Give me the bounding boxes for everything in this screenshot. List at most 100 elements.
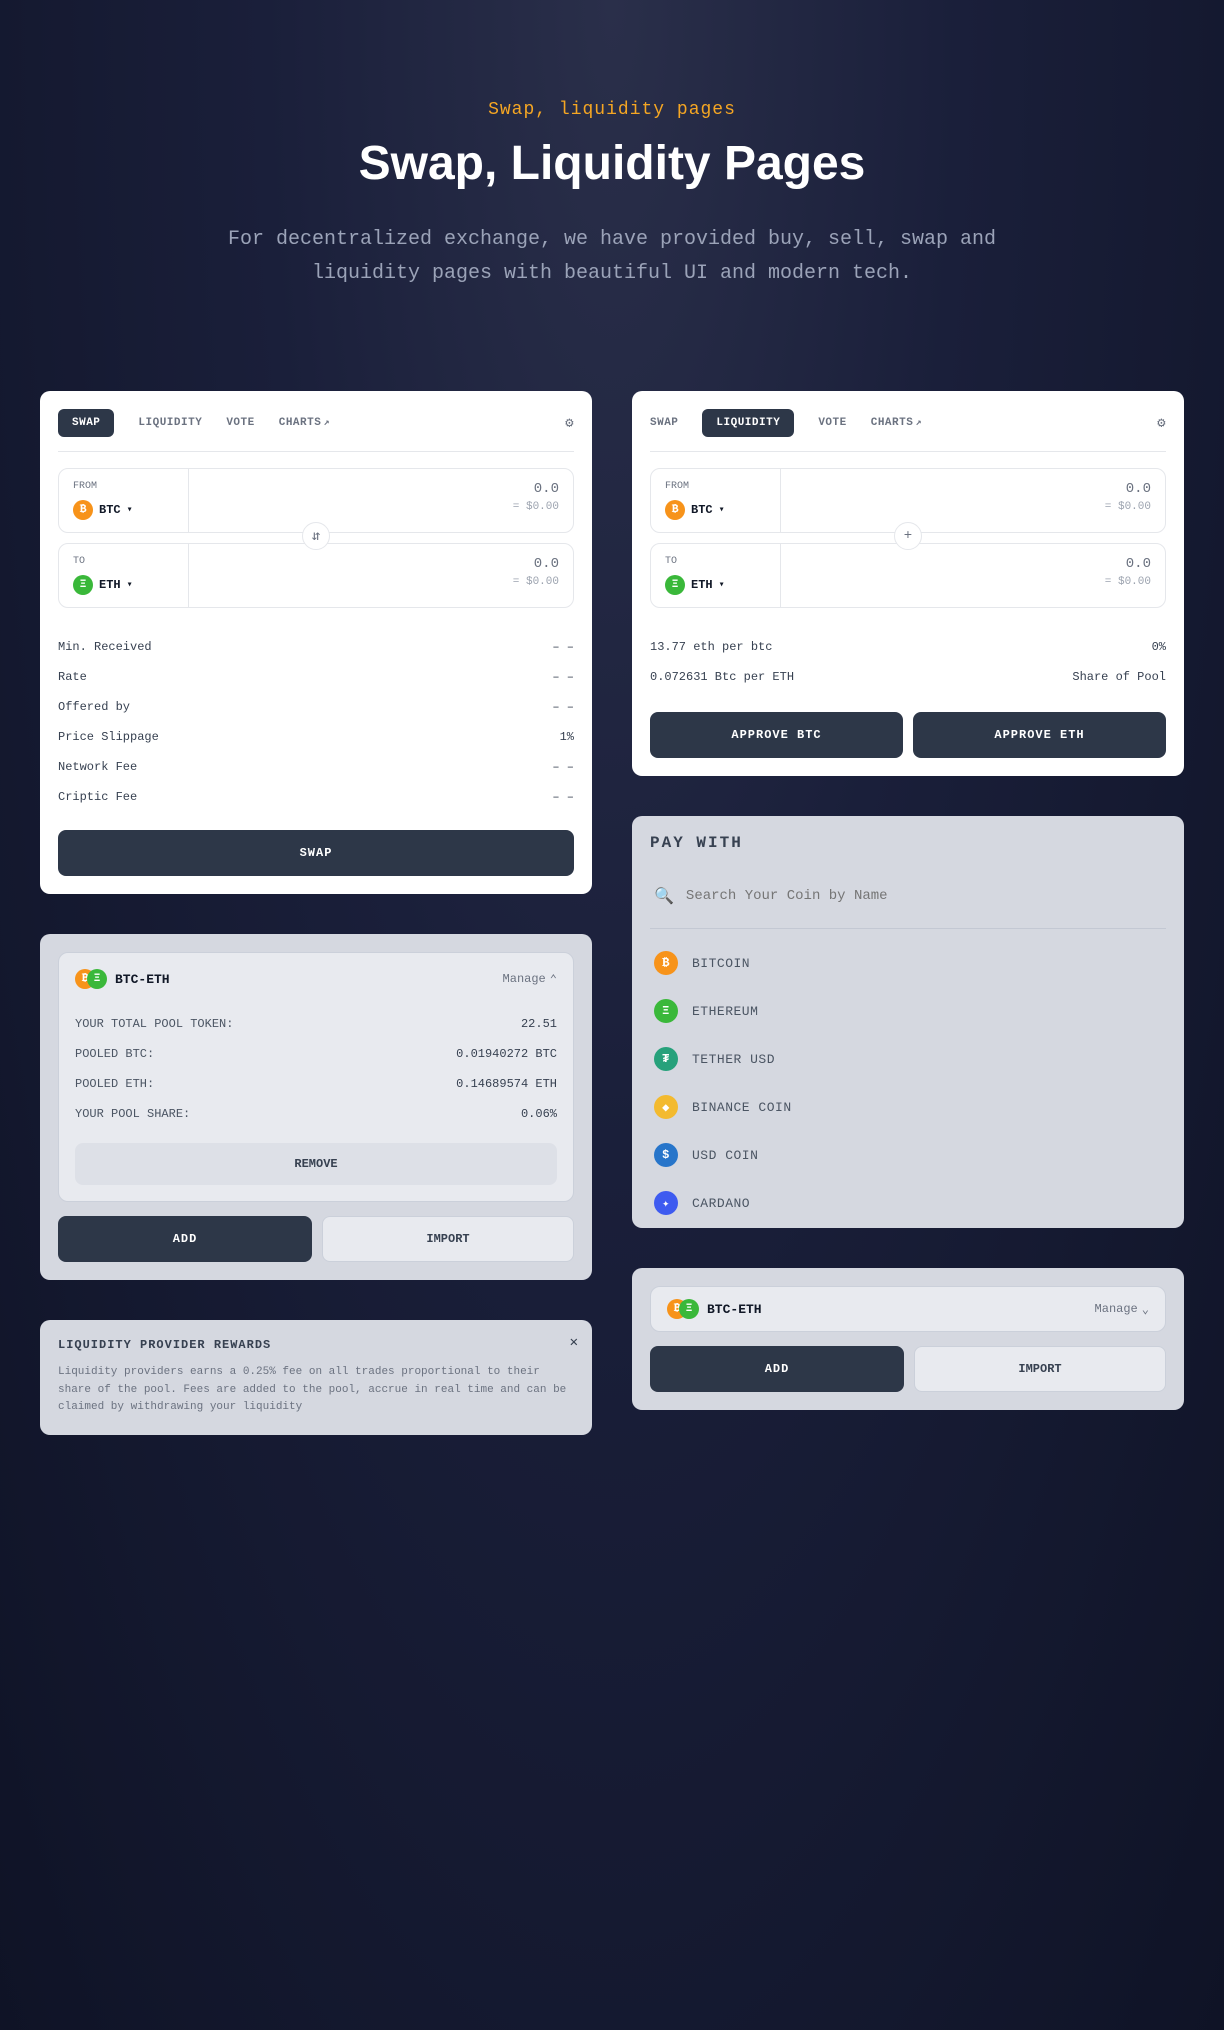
pool-label: POOLED BTC: <box>75 1047 154 1061</box>
add-button[interactable]: ADD <box>58 1216 312 1262</box>
to-coin-label: ETH <box>99 578 121 592</box>
tab-charts[interactable]: CHARTS↗ <box>279 417 330 429</box>
from-usd: = $0.00 <box>203 501 559 513</box>
pair-label: BTC-ETH <box>115 972 170 987</box>
swap-info-list: Min. Received– – Rate– – Offered by– – P… <box>58 632 574 812</box>
chevron-down-icon: ▾ <box>127 504 133 516</box>
tab-liquidity[interactable]: LIQUIDITY <box>702 409 794 437</box>
approve-eth-button[interactable]: APPROVE ETH <box>913 712 1166 758</box>
btc-icon: ₿ <box>73 500 93 520</box>
bnb-icon: ◆ <box>654 1095 678 1119</box>
from-coin-selector[interactable]: ₿ BTC ▾ <box>665 500 766 520</box>
search-icon: 🔍 <box>654 886 674 906</box>
info-label: Price Slippage <box>58 730 159 744</box>
usdc-icon: $ <box>654 1143 678 1167</box>
import-button[interactable]: IMPORT <box>914 1346 1166 1392</box>
coin-list-item[interactable]: ÐDOGE COIN <box>650 1227 1166 1228</box>
pool-manage-card: ₿ Ξ BTC-ETH Manage ⌃ YOUR TOTAL POOL TOK… <box>40 934 592 1280</box>
from-coin-selector[interactable]: ₿ BTC ▾ <box>73 500 174 520</box>
from-box: FROM ₿ BTC ▾ 0.0 = $0.00 + <box>650 468 1166 533</box>
info-label: Rate <box>58 670 87 684</box>
to-label: TO <box>665 556 766 567</box>
coin-list-item[interactable]: ₮TETHER USD <box>650 1035 1166 1083</box>
rewards-card: ✕ LIQUIDITY PROVIDER REWARDS Liquidity p… <box>40 1320 592 1435</box>
to-box: TO Ξ ETH ▾ 0.0 = $0.00 <box>58 543 574 608</box>
to-amount[interactable]: 0.0 <box>795 556 1151 572</box>
from-coin-label: BTC <box>691 503 713 517</box>
remove-button[interactable]: REMOVE <box>75 1143 557 1185</box>
add-liquidity-icon[interactable]: + <box>894 522 922 550</box>
pool-card-collapsed: ₿ Ξ BTC-ETH Manage ⌄ ADD IMPORT <box>632 1268 1184 1410</box>
eth-icon: Ξ <box>87 969 107 989</box>
tab-charts[interactable]: CHARTS↗ <box>871 417 922 429</box>
to-box: TO Ξ ETH ▾ 0.0 = $0.00 <box>650 543 1166 608</box>
liquidity-card: SWAP LIQUIDITY VOTE CHARTS↗ ⚙ FROM ₿ BTC… <box>632 391 1184 776</box>
coin-list-item[interactable]: $USD COIN <box>650 1131 1166 1179</box>
pool-value: 0.06% <box>521 1107 557 1121</box>
coin-list-item[interactable]: ◆BINANCE COIN <box>650 1083 1166 1131</box>
coin-list-item[interactable]: ΞETHEREUM <box>650 987 1166 1035</box>
hero-description: For decentralized exchange, we have prov… <box>202 223 1022 291</box>
btc-icon: ₿ <box>654 951 678 975</box>
tab-liquidity[interactable]: LIQUIDITY <box>138 417 202 429</box>
to-label: TO <box>73 556 174 567</box>
info-value: 1% <box>560 730 574 744</box>
from-coin-label: BTC <box>99 503 121 517</box>
tab-swap[interactable]: SWAP <box>650 417 678 429</box>
rate-label: 0.072631 Btc per ETH <box>650 670 794 684</box>
tab-vote[interactable]: VOTE <box>226 417 254 429</box>
rate-label: 13.77 eth per btc <box>650 640 772 654</box>
settings-icon[interactable]: ⚙ <box>1157 415 1166 432</box>
pay-with-title: PAY WITH <box>650 834 1166 852</box>
eth-icon: Ξ <box>654 999 678 1023</box>
tab-vote[interactable]: VOTE <box>818 417 846 429</box>
to-amount[interactable]: 0.0 <box>203 556 559 572</box>
info-label: Network Fee <box>58 760 137 774</box>
pair-label: BTC-ETH <box>707 1302 762 1317</box>
to-usd: = $0.00 <box>795 576 1151 588</box>
to-usd: = $0.00 <box>203 576 559 588</box>
coin-list-item[interactable]: ✦CARDANO <box>650 1179 1166 1227</box>
close-icon[interactable]: ✕ <box>570 1334 578 1351</box>
external-link-icon: ↗ <box>915 418 922 429</box>
search-input[interactable] <box>686 888 1162 904</box>
from-amount[interactable]: 0.0 <box>203 481 559 497</box>
swap-button[interactable]: SWAP <box>58 830 574 876</box>
ada-icon: ✦ <box>654 1191 678 1215</box>
coin-list: ₿BITCOIN ΞETHEREUM ₮TETHER USD ◆BINANCE … <box>650 939 1166 1228</box>
info-value: – – <box>552 670 574 684</box>
add-button[interactable]: ADD <box>650 1346 904 1392</box>
to-coin-selector[interactable]: Ξ ETH ▾ <box>665 575 766 595</box>
chevron-down-icon: ▾ <box>127 579 133 591</box>
from-label: FROM <box>73 481 174 492</box>
approve-btc-button[interactable]: APPROVE BTC <box>650 712 903 758</box>
info-value: – – <box>552 790 574 804</box>
pool-label: POOLED ETH: <box>75 1077 154 1091</box>
info-label: Min. Received <box>58 640 152 654</box>
manage-toggle[interactable]: Manage ⌃ <box>503 972 557 987</box>
tab-swap[interactable]: SWAP <box>58 409 114 437</box>
external-link-icon: ↗ <box>323 418 330 429</box>
swap-direction-button[interactable]: ⇵ <box>302 522 330 550</box>
chevron-down-icon: ▾ <box>719 504 725 516</box>
eth-icon: Ξ <box>679 1299 699 1319</box>
pool-value: 22.51 <box>521 1017 557 1031</box>
to-coin-label: ETH <box>691 578 713 592</box>
manage-toggle[interactable]: Manage ⌄ <box>1095 1302 1149 1317</box>
settings-icon[interactable]: ⚙ <box>565 415 574 432</box>
import-button[interactable]: IMPORT <box>322 1216 574 1262</box>
from-amount[interactable]: 0.0 <box>795 481 1151 497</box>
swap-card: SWAP LIQUIDITY VOTE CHARTS↗ ⚙ FROM ₿ BTC… <box>40 391 592 894</box>
pair-icon: ₿ Ξ <box>667 1299 699 1319</box>
hero-title: Swap, Liquidity Pages <box>40 136 1184 191</box>
eth-icon: Ξ <box>665 575 685 595</box>
pool-value: 0.14689574 ETH <box>456 1077 557 1091</box>
rewards-description: Liquidity providers earns a 0.25% fee on… <box>58 1364 574 1417</box>
to-coin-selector[interactable]: Ξ ETH ▾ <box>73 575 174 595</box>
chevron-down-icon: ⌄ <box>1142 1302 1149 1317</box>
chevron-down-icon: ▾ <box>719 579 725 591</box>
coin-list-item[interactable]: ₿BITCOIN <box>650 939 1166 987</box>
pair-icon: ₿ Ξ <box>75 969 107 989</box>
info-value: – – <box>552 640 574 654</box>
pool-label: YOUR TOTAL POOL TOKEN: <box>75 1017 233 1031</box>
